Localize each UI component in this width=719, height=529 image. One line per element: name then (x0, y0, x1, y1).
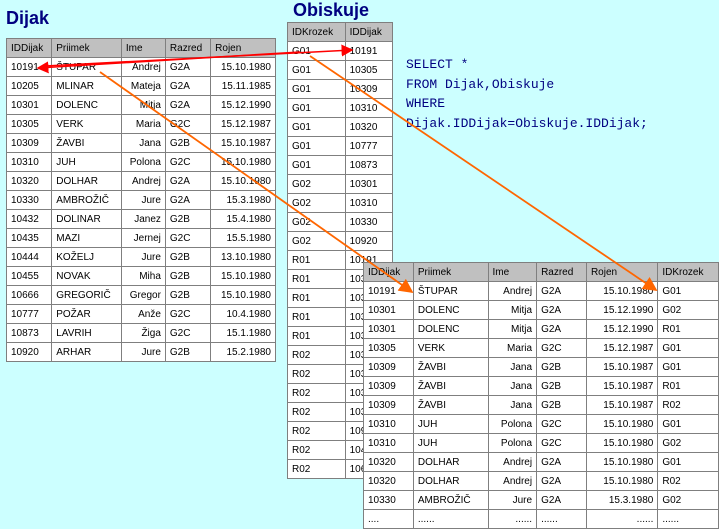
arrow-obiskuje-to-result (309, 55, 658, 292)
join-arrows (36, 44, 658, 294)
arrow-obiskuje-to-dijak (36, 51, 301, 74)
arrow-dijak-to-result (99, 71, 414, 294)
